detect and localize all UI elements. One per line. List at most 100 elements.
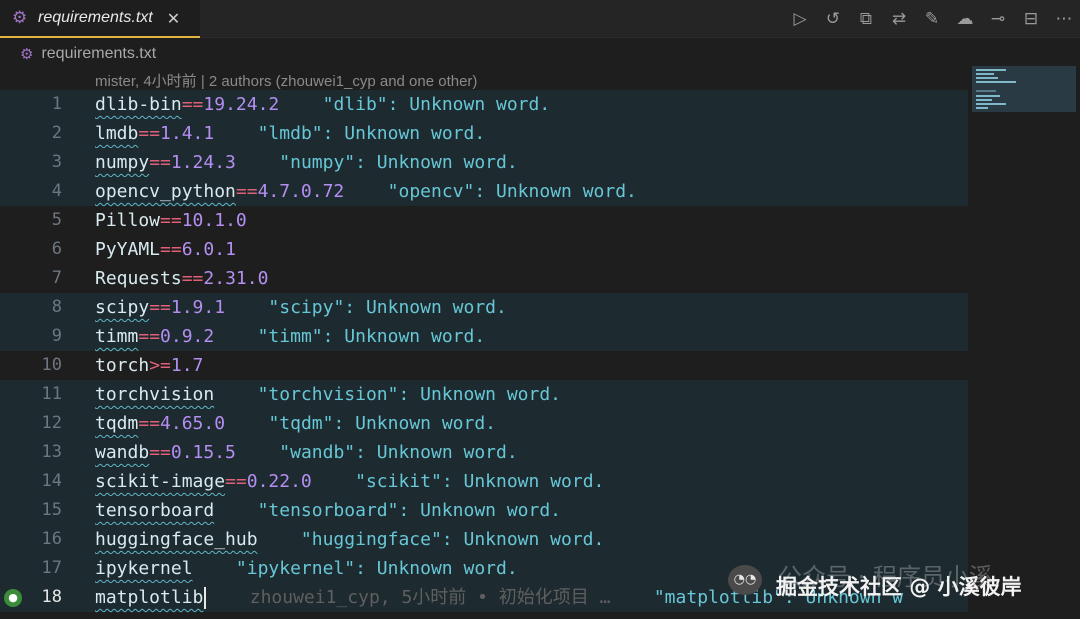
line-number: 4	[51, 181, 62, 201]
git-author-icon[interactable]: ●	[4, 589, 22, 607]
code-content: huggingface_hub "huggingface": Unknown w…	[95, 525, 604, 554]
code-line[interactable]: 16 huggingface_hub "huggingface": Unknown…	[0, 525, 968, 554]
version-number: 1.4.1	[160, 123, 215, 144]
version-operator: ==	[138, 123, 161, 144]
code-line[interactable]: 8 scipy==1.9.1 "scipy": Unknown word.	[0, 293, 968, 322]
inline-blame: zhouwei1_cyp, 5小时前 • 初始化项目 …	[249, 587, 611, 608]
line-number: 16	[41, 529, 62, 549]
spell-diagnostic: "wandb": Unknown word.	[279, 442, 518, 463]
minimap[interactable]	[972, 66, 1076, 112]
package-name: Requests	[95, 268, 182, 289]
version-number: 1.9.1	[170, 297, 226, 318]
code-content: opencv_python==4.7.0.72 "opencv": Unknow…	[95, 177, 637, 206]
code-content: dlib-bin==19.24.2 "dlib": Unknown word.	[95, 90, 550, 119]
package-name: torch	[95, 355, 150, 376]
code-line[interactable]: 3 numpy==1.24.3 "numpy": Unknown word.	[0, 148, 968, 177]
gear-icon: ⚙	[12, 8, 28, 28]
code-content: scikit-image==0.22.0 "scikit": Unknown w…	[95, 467, 604, 496]
gear-icon: ⚙	[20, 45, 34, 63]
code-line[interactable]: 2 lmdb==1.4.1 "lmdb": Unknown word.	[0, 119, 968, 148]
version-number: 1.7	[170, 355, 204, 376]
line-number: 3	[51, 152, 62, 172]
copy-icon[interactable]: ⧉	[856, 9, 876, 29]
version-operator: ==	[149, 442, 171, 463]
spell-diagnostic: "lmdb": Unknown word.	[257, 123, 486, 144]
line-number: 13	[41, 442, 62, 462]
close-icon[interactable]: ✕	[167, 9, 180, 28]
tab-requirements[interactable]: ⚙ requirements.txt ✕	[0, 0, 200, 38]
code-content: lmdb==1.4.1 "lmdb": Unknown word.	[95, 119, 485, 148]
version-operator: ==	[160, 239, 182, 260]
code-line[interactable]: 14 scikit-image==0.22.0 "scikit": Unknown…	[0, 467, 968, 496]
line-number: 7	[51, 268, 62, 288]
package-name: opencv_python	[95, 181, 236, 202]
package-name: PyYAML	[95, 239, 161, 260]
version-operator: ==	[138, 326, 161, 347]
version-number: 4.65.0	[160, 413, 226, 434]
spell-diagnostic: "tqdm": Unknown word.	[268, 413, 497, 434]
code-content: torchvision "torchvision": Unknown word.	[95, 380, 561, 409]
split-editor-icon[interactable]: ⊟	[1021, 9, 1041, 29]
cloud-icon[interactable]: ☁	[955, 9, 975, 29]
line-number: 5	[51, 210, 62, 230]
line-number: 8	[51, 297, 62, 317]
code-content: scipy==1.9.1 "scipy": Unknown word.	[95, 293, 507, 322]
package-name: timm	[95, 326, 139, 347]
version-operator: ==	[225, 471, 247, 492]
code-content: Requests==2.31.0	[95, 264, 268, 293]
code-line[interactable]: 13 wandb==0.15.5 "wandb": Unknown word.	[0, 438, 968, 467]
code-line[interactable]: 4 opencv_python==4.7.0.72 "opencv": Unkno…	[0, 177, 968, 206]
code-line[interactable]: 15 tensorboard "tensorboard": Unknown wor…	[0, 496, 968, 525]
line-number: 2	[51, 123, 62, 143]
code-content: PyYAML==6.0.1	[95, 235, 236, 264]
version-operator: ==	[138, 413, 161, 434]
spell-diagnostic: "opencv": Unknown word.	[387, 181, 637, 202]
package-name: Pillow	[95, 210, 161, 231]
code-line[interactable]: 11 torchvision "torchvision": Unknown wor…	[0, 380, 968, 409]
commit-icon[interactable]: ⊸	[988, 9, 1008, 29]
package-name: dlib-bin	[95, 94, 182, 115]
spell-diagnostic: "ipykernel": Unknown word.	[235, 558, 518, 579]
code-line[interactable]: 1 dlib-bin==19.24.2 "dlib": Unknown word.	[0, 90, 968, 119]
wechat-icon: ◔◔	[728, 565, 762, 595]
package-name: scipy	[95, 297, 150, 318]
package-name: scikit-image	[95, 471, 226, 492]
code-line[interactable]: 7 Requests==2.31.0	[0, 264, 968, 293]
run-icon[interactable]: ▷	[790, 9, 810, 29]
spell-diagnostic: "timm": Unknown word.	[257, 326, 486, 347]
code-content: Pillow==10.1.0	[95, 206, 247, 235]
version-number: 0.9.2	[160, 326, 215, 347]
tab-bar: ⚙ requirements.txt ✕ ▷ ↺ ⧉ ⇄ ✎ ☁ ⊸ ⊟ ⋯	[0, 0, 1080, 38]
spell-diagnostic: "dlib": Unknown word.	[322, 94, 551, 115]
line-number: 11	[41, 384, 62, 404]
code-content: tqdm==4.65.0 "tqdm": Unknown word.	[95, 409, 496, 438]
version-operator: >=	[149, 355, 171, 376]
code-content: numpy==1.24.3 "numpy": Unknown word.	[95, 148, 518, 177]
code-line[interactable]: 12 tqdm==4.65.0 "tqdm": Unknown word.	[0, 409, 968, 438]
package-name: tqdm	[95, 413, 139, 434]
version-number: 19.24.2	[203, 94, 280, 115]
compare-icon[interactable]: ⇄	[889, 9, 909, 29]
code-line[interactable]: 6 PyYAML==6.0.1	[0, 235, 968, 264]
git-blame-codelens[interactable]: mister, 4小时前 | 2 authors (zhouwei1_cyp a…	[95, 70, 477, 91]
code-line[interactable]: 10 torch>=1.7	[0, 351, 968, 380]
code-line[interactable]: 9 timm==0.9.2 "timm": Unknown word.	[0, 322, 968, 351]
package-name: huggingface_hub	[95, 529, 258, 550]
edit-icon[interactable]: ✎	[922, 9, 942, 29]
code-content: wandb==0.15.5 "wandb": Unknown word.	[95, 438, 518, 467]
breadcrumb-file[interactable]: requirements.txt	[41, 45, 156, 63]
line-number: 17	[41, 558, 62, 578]
version-number: 1.24.3	[170, 152, 236, 173]
code-content: tensorboard "tensorboard": Unknown word.	[95, 496, 561, 525]
editor-actions: ▷ ↺ ⧉ ⇄ ✎ ☁ ⊸ ⊟ ⋯	[790, 0, 1074, 38]
code-line[interactable]: 5 Pillow==10.1.0	[0, 206, 968, 235]
code-content: timm==0.9.2 "timm": Unknown word.	[95, 322, 485, 351]
spell-diagnostic: "scipy": Unknown word.	[268, 297, 507, 318]
line-number: 9	[51, 326, 62, 346]
history-icon[interactable]: ↺	[823, 9, 843, 29]
code-content: ipykernel "ipykernel": Unknown word.	[95, 554, 518, 583]
editor[interactable]: 1 dlib-bin==19.24.2 "dlib": Unknown word.…	[0, 90, 968, 612]
package-name: ipykernel	[95, 558, 193, 579]
more-icon[interactable]: ⋯	[1054, 9, 1074, 29]
package-name: lmdb	[95, 123, 139, 144]
